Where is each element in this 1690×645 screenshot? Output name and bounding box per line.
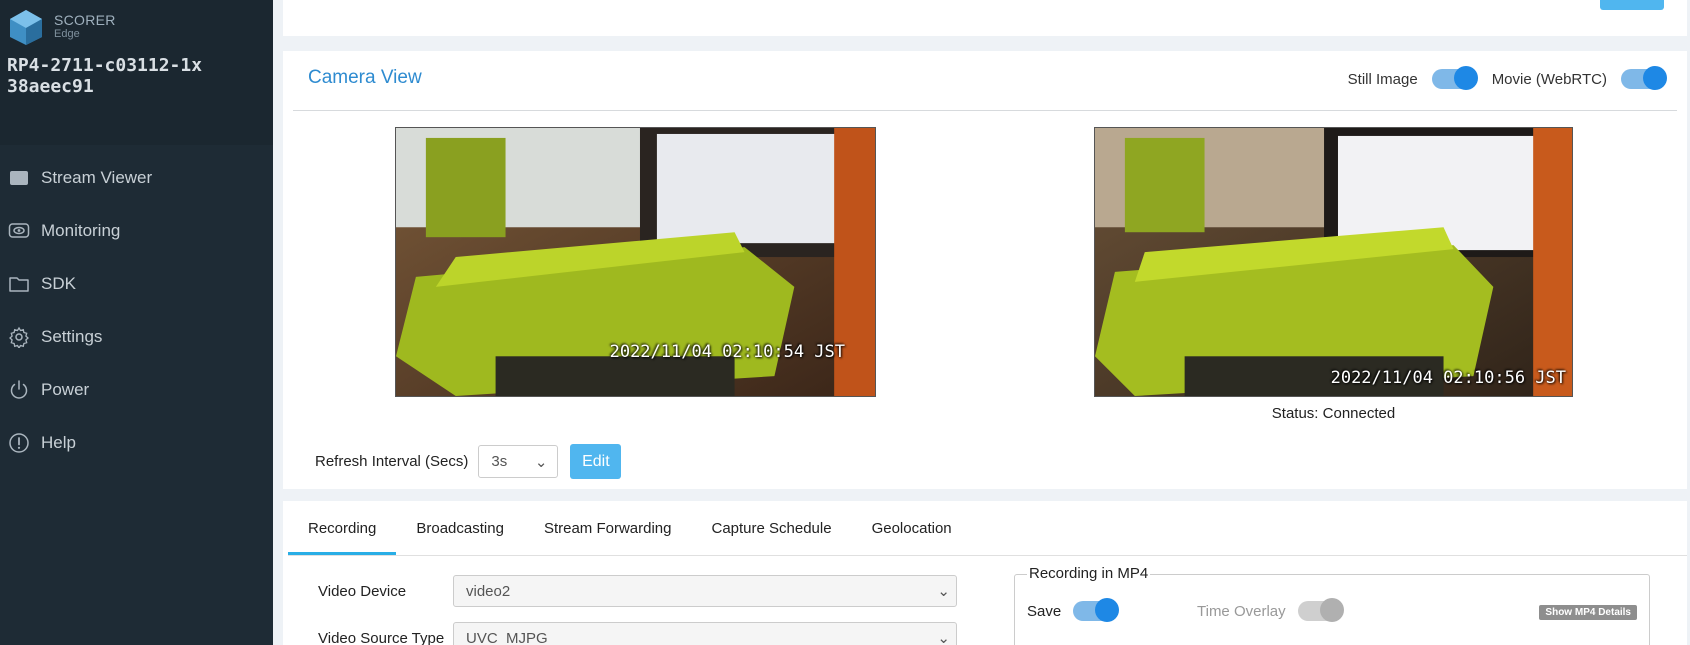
tab-geolocation[interactable]: Geolocation — [852, 501, 972, 555]
scorer-logo-icon — [10, 10, 42, 45]
video-source-row: Video Source Type UVC_MJPG ⌄ — [318, 622, 957, 645]
movie-toggle[interactable] — [1621, 66, 1667, 90]
chevron-down-icon: ⌄ — [534, 453, 548, 471]
tabs-divider — [288, 555, 1687, 556]
eye-icon — [8, 220, 30, 242]
movie-toggle-group: Movie (WebRTC) — [1491, 66, 1667, 90]
device-id-line2: 38aeec91 — [7, 76, 94, 97]
chevron-down-icon: ⌄ — [937, 583, 950, 600]
gear-icon — [8, 326, 30, 348]
top-card — [283, 0, 1687, 36]
still-image-timestamp: 2022/11/04 02:10:54 JST — [609, 342, 845, 362]
brand-subname: Edge — [54, 28, 80, 41]
still-image-view: 2022/11/04 02:10:54 JST — [395, 127, 876, 397]
save-label: Save — [1027, 602, 1062, 620]
brand: SCORER Edge — [54, 12, 116, 41]
sidebar-item-help[interactable]: Help — [0, 416, 273, 469]
still-image-toggle[interactable] — [1431, 66, 1478, 90]
still-image-toggle-group: Still Image — [1347, 66, 1478, 90]
settings-tabs: Recording Broadcasting Stream Forwarding… — [288, 501, 972, 555]
sidebar-item-power[interactable]: Power — [0, 363, 273, 416]
time-overlay-label: Time Overlay — [1197, 602, 1286, 620]
save-toggle[interactable] — [1073, 598, 1120, 622]
movie-view: 2022/11/04 02:10:56 JST — [1094, 127, 1573, 397]
sidebar: SCORER Edge RP4-2711-c03112-1x 38aeec91 … — [0, 0, 273, 645]
sidebar-nav: Stream Viewer Monitoring SDK Settings Po… — [0, 151, 273, 469]
sidebar-item-stream-viewer[interactable]: Stream Viewer — [0, 151, 273, 204]
main-content: Camera View Still Image Movie (WebRTC) 2… — [273, 0, 1690, 645]
save-toggle-group: Save — [1027, 598, 1120, 622]
tab-stream-forwarding[interactable]: Stream Forwarding — [524, 501, 692, 555]
movie-picture — [1095, 128, 1572, 396]
view-toggles: Still Image Movie (WebRTC) — [1347, 66, 1667, 90]
movie-label: Movie (WebRTC) — [1491, 70, 1607, 88]
top-action-button[interactable] — [1600, 0, 1664, 10]
connection-status: Status: Connected — [1271, 405, 1396, 422]
sidebar-item-label: Stream Viewer — [41, 167, 153, 187]
sidebar-item-settings[interactable]: Settings — [0, 310, 273, 363]
brand-name: SCORER — [54, 12, 116, 28]
tab-capture-schedule[interactable]: Capture Schedule — [691, 501, 851, 555]
refresh-interval-select[interactable]: 3s ⌄ — [478, 445, 559, 478]
sidebar-item-label: SDK — [41, 273, 76, 293]
sidebar-header: SCORER Edge RP4-2711-c03112-1x 38aeec91 — [0, 0, 273, 145]
video-source-value: UVC_MJPG — [466, 629, 548, 645]
camera-view-title: Camera View — [308, 67, 422, 88]
video-source-select[interactable]: UVC_MJPG ⌄ — [453, 622, 957, 645]
refresh-interval-label: Refresh Interval (Secs) — [315, 453, 469, 470]
device-id: RP4-2711-c03112-1x 38aeec91 — [7, 55, 202, 97]
tab-recording[interactable]: Recording — [288, 501, 397, 555]
video-device-label: Video Device — [318, 582, 407, 600]
settings-card: Recording Broadcasting Stream Forwarding… — [283, 501, 1687, 645]
recording-mp4-fieldset: Recording in MP4 Save Time Overlay Show … — [1014, 565, 1650, 645]
still-image-label: Still Image — [1347, 70, 1418, 88]
cast-icon — [8, 167, 30, 189]
recording-mp4-legend: Recording in MP4 — [1027, 565, 1151, 582]
sidebar-item-label: Settings — [41, 326, 103, 346]
video-device-select[interactable]: video2 ⌄ — [453, 575, 957, 607]
movie-timestamp: 2022/11/04 02:10:56 JST — [1330, 368, 1566, 388]
refresh-interval-row: Refresh Interval (Secs) 3s ⌄ Edit — [315, 444, 622, 479]
sidebar-item-sdk[interactable]: SDK — [0, 257, 273, 310]
sidebar-item-monitoring[interactable]: Monitoring — [0, 204, 273, 257]
device-id-line1: RP4-2711-c03112-1x — [7, 55, 203, 76]
card-divider — [293, 110, 1677, 111]
video-device-value: video2 — [466, 582, 511, 600]
chevron-down-icon: ⌄ — [937, 630, 950, 645]
time-overlay-toggle-group: Time Overlay — [1197, 598, 1344, 622]
show-mp4-details-button[interactable]: Show MP4 Details — [1539, 605, 1637, 620]
video-source-label: Video Source Type — [318, 629, 445, 645]
power-icon — [8, 379, 30, 401]
folder-icon — [8, 273, 30, 295]
sidebar-item-label: Power — [41, 379, 90, 399]
sidebar-item-label: Monitoring — [41, 220, 121, 240]
edit-button[interactable]: Edit — [570, 444, 622, 479]
video-device-row: Video Device video2 ⌄ — [318, 575, 957, 607]
help-icon — [8, 432, 30, 454]
tab-broadcasting[interactable]: Broadcasting — [396, 501, 524, 555]
sidebar-item-label: Help — [41, 432, 76, 452]
time-overlay-toggle[interactable] — [1297, 598, 1344, 622]
camera-view-card: Camera View Still Image Movie (WebRTC) 2… — [283, 51, 1687, 489]
refresh-interval-value: 3s — [491, 453, 508, 470]
